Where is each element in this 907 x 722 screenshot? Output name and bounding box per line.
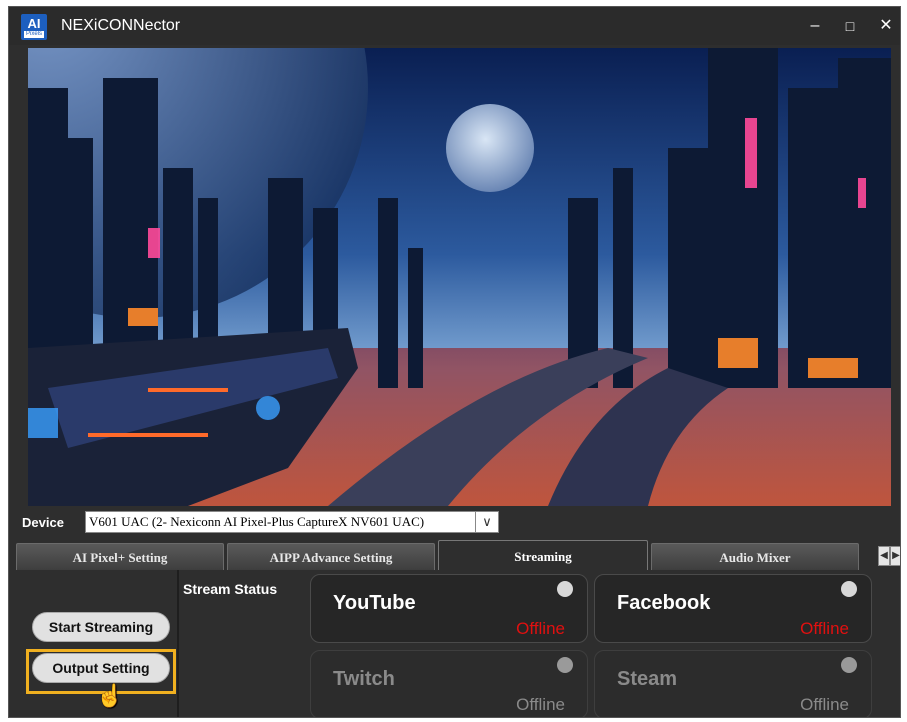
stream-status-label: Stream Status [183,581,278,597]
status-indicator-icon [557,581,573,597]
device-select[interactable]: V601 UAC (2- Nexiconn AI Pixel-Plus Capt… [85,511,481,533]
title-bar[interactable]: AI Pixels NEXiCONNector – □ ✕ [9,7,900,45]
device-row: Device V601 UAC (2- Nexiconn AI Pixel-Pl… [9,509,900,537]
output-setting-button[interactable]: Output Setting [32,653,170,683]
status-indicator-icon [841,581,857,597]
status-indicator-icon [841,657,857,673]
hand-cursor-icon: ☝ [96,683,124,708]
tab-audio-mixer[interactable]: Audio Mixer [651,543,859,570]
maximize-button[interactable]: □ [839,15,861,37]
status-indicator-icon [557,657,573,673]
device-label: Device [22,515,64,530]
twitch-status-card[interactable]: Twitch Offline [310,650,588,717]
tab-ai-pixel-setting[interactable]: AI Pixel+ Setting [16,543,224,570]
platform-status: Offline [800,619,849,638]
facebook-status-card[interactable]: Facebook Offline [594,574,872,643]
logo-subtext: Pixels [23,30,44,38]
platform-status: Offline [516,695,565,714]
platform-status: Offline [516,619,565,638]
platform-name: YouTube [333,592,416,614]
youtube-status-card[interactable]: YouTube Offline [310,574,588,643]
close-button[interactable]: ✕ [875,15,897,37]
streaming-controls: Start Streaming Output Setting ☝ [16,570,179,717]
start-streaming-button[interactable]: Start Streaming [32,612,170,642]
tab-scroll-right-icon[interactable]: ▶ [890,546,900,566]
minimize-button[interactable]: – [804,15,826,37]
window-title: NEXiCONNector [61,17,181,34]
chevron-down-icon[interactable]: ∨ [475,511,499,533]
logo-text: AI [27,15,41,31]
ai-pixels-logo-icon: AI Pixels [21,14,47,40]
platform-name: Twitch [333,668,395,690]
app-window: AI Pixels NEXiCONNector – □ ✕ Device V60… [8,6,901,718]
video-preview [28,48,891,506]
tab-bar: AI Pixel+ Setting AIPP Advance Setting S… [16,540,900,571]
cyberpunk-city-preview-image [28,48,891,506]
streaming-panel: Start Streaming Output Setting ☝ Stream … [16,570,900,717]
tab-streaming[interactable]: Streaming [438,540,648,571]
platform-name: Facebook [617,592,711,614]
tab-aipp-advance-setting[interactable]: AIPP Advance Setting [227,543,435,570]
platform-name: Steam [617,668,678,690]
tab-scroll-left-icon[interactable]: ◀ [878,546,890,566]
platform-status: Offline [800,695,849,714]
steam-status-card[interactable]: Steam Offline [594,650,872,717]
